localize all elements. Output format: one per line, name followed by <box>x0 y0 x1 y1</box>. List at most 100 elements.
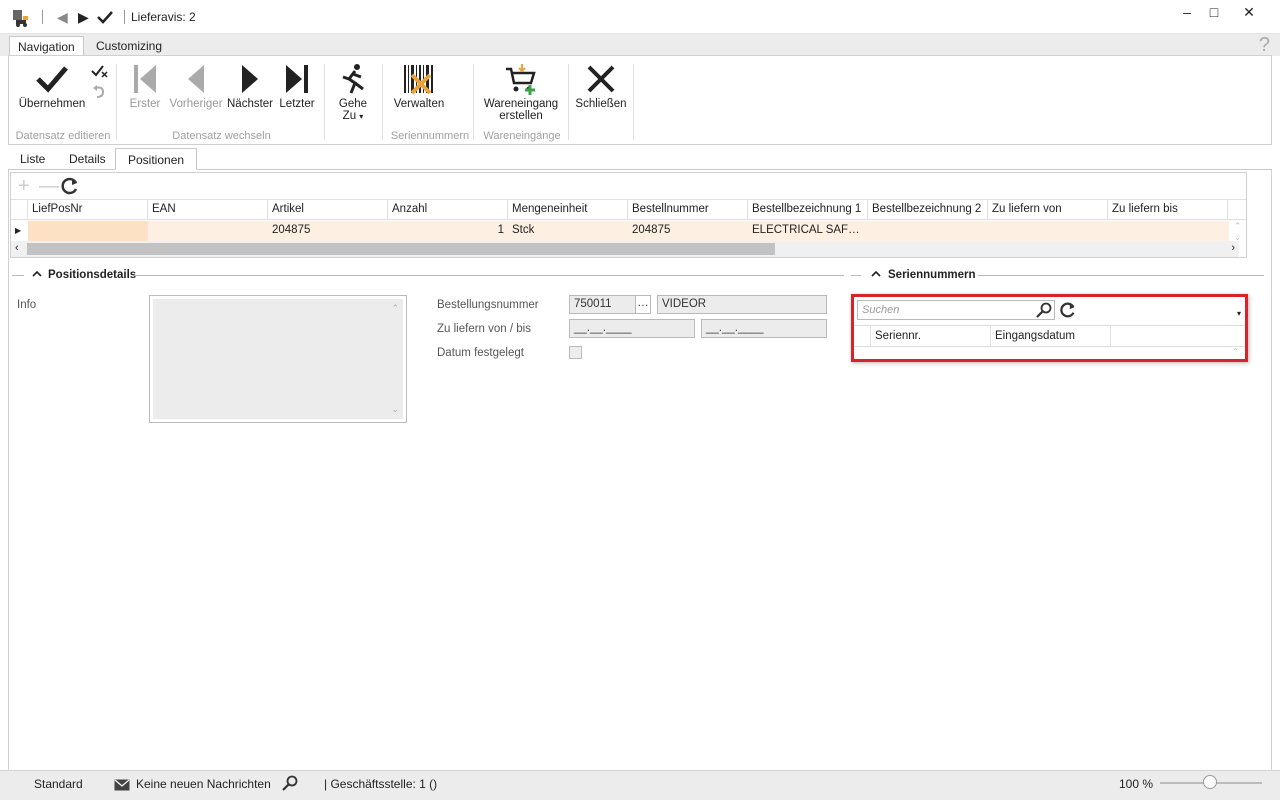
col-ean[interactable]: EAN <box>148 200 268 220</box>
tab-navigation[interactable]: Navigation <box>9 36 84 57</box>
vorheriger-button[interactable]: Vorheriger <box>168 60 224 110</box>
first-icon <box>134 65 156 93</box>
messages-status[interactable]: Keine neuen Nachrichten <box>136 777 271 791</box>
separator <box>473 64 474 140</box>
cell-mengeneinheit[interactable]: Stck <box>508 221 628 241</box>
collapse-icon[interactable] <box>871 270 881 278</box>
vertical-scrollbar[interactable]: ⌃ ⌄ <box>1229 221 1246 242</box>
uebernehmen-button[interactable]: Übernehmen <box>15 60 89 110</box>
search-icon[interactable] <box>1036 302 1052 318</box>
datum-festgelegt-checkbox[interactable] <box>569 346 582 359</box>
scroll-left-icon[interactable]: ‹ <box>15 242 19 254</box>
separator <box>324 64 325 140</box>
dropdown-arrow-icon[interactable]: ▾ <box>1237 309 1241 318</box>
separator <box>382 64 383 140</box>
col-zu-liefern-bis[interactable]: Zu liefern bis <box>1108 200 1228 220</box>
serial-search-input[interactable]: Suchen <box>857 300 1055 320</box>
lookup-button[interactable]: … <box>635 295 651 314</box>
divider <box>851 275 861 276</box>
back-icon[interactable]: ◀ <box>57 9 68 25</box>
cart-icon <box>506 64 536 95</box>
horizontal-scrollbar[interactable]: ‹ › <box>11 241 1239 257</box>
cell-zu-liefern-bis[interactable] <box>1108 221 1228 241</box>
profile-status[interactable]: Standard <box>34 777 83 791</box>
cell-bestellbezeichnung-1[interactable]: ELECTRICAL SAFETY... <box>748 221 868 241</box>
info-label: Info <box>17 299 37 311</box>
add-icon[interactable]: + <box>18 175 30 197</box>
col-liefposnr[interactable]: LiefPosNr <box>28 200 148 220</box>
cell-liefposnr[interactable] <box>28 221 148 241</box>
check-icon <box>36 66 68 93</box>
cell-bestellbezeichnung-2[interactable] <box>868 221 988 241</box>
help-icon[interactable]: ? <box>1259 34 1270 57</box>
naechster-button[interactable]: Nächster <box>227 60 273 110</box>
dropdown-arrow-icon: ▾ <box>359 112 364 121</box>
check-all-icon[interactable] <box>91 64 109 78</box>
schliessen-button[interactable]: Schließen <box>575 60 627 110</box>
app-icon[interactable] <box>10 8 30 28</box>
barcode-icon <box>404 65 433 95</box>
collapse-icon[interactable] <box>32 270 42 278</box>
zu-label: Zu <box>342 110 357 122</box>
refresh-icon[interactable] <box>1059 301 1077 319</box>
row-indicator-header <box>854 326 871 347</box>
positions-grid: + — LiefPosNr EAN Artikel Anzahl Mengene… <box>10 172 1247 258</box>
forward-icon[interactable]: ▶ <box>78 9 89 25</box>
close-window-button[interactable]: ✕ <box>1234 3 1264 21</box>
col-bestellnummer[interactable]: Bestellnummer <box>628 200 748 220</box>
cell-anzahl[interactable]: 1 <box>388 221 508 241</box>
maximize-button[interactable]: □ <box>1199 3 1229 21</box>
cell-ean[interactable] <box>148 221 268 241</box>
undo-icon[interactable] <box>91 84 107 100</box>
separator <box>42 10 43 24</box>
tab-customizing[interactable]: Customizing <box>88 36 170 57</box>
scroll-icon[interactable]: ⌃ <box>1232 347 1239 356</box>
minimize-button[interactable]: – <box>1172 3 1202 21</box>
erster-button[interactable]: Erster <box>125 60 165 110</box>
col-anzahl[interactable]: Anzahl <box>388 200 508 220</box>
status-bar: Standard Keine neuen Nachrichten | Gesch… <box>0 770 1280 800</box>
mail-icon[interactable] <box>114 779 130 791</box>
letzter-button[interactable]: Letzter <box>277 60 317 110</box>
col-eingangsdatum[interactable]: Eingangsdatum <box>991 326 1111 347</box>
cell-zu-liefern-von[interactable] <box>988 221 1108 241</box>
remove-icon[interactable]: — <box>39 175 59 197</box>
cell-bestellnummer[interactable]: 204875 <box>628 221 748 241</box>
separator <box>116 64 117 140</box>
date-to-field[interactable]: __.__.____ <box>701 319 827 338</box>
refresh-icon[interactable] <box>60 176 80 196</box>
bestellungsnummer-field[interactable]: 750011 <box>569 295 636 314</box>
check-icon[interactable] <box>97 10 113 24</box>
group-label-seriennummern: Seriennummern <box>390 130 470 142</box>
verwalten-button[interactable]: Verwalten <box>391 60 447 110</box>
scrollbar-thumb[interactable] <box>27 243 775 255</box>
col-mengeneinheit[interactable]: Mengeneinheit <box>508 200 628 220</box>
next-icon <box>242 65 258 93</box>
col-zu-liefern-von[interactable]: Zu liefern von <box>988 200 1108 220</box>
zoom-slider-thumb[interactable] <box>1203 775 1217 789</box>
date-from-field[interactable]: __.__.____ <box>569 319 695 338</box>
gehe-zu-button[interactable]: Gehe Zu ▾ <box>331 60 375 122</box>
separator <box>124 10 125 24</box>
group-label-datensatz-editieren: Datensatz editieren <box>15 130 111 142</box>
col-bestellbezeichnung-2[interactable]: Bestellbezeichnung 2 <box>868 200 988 220</box>
col-artikel[interactable]: Artikel <box>268 200 388 220</box>
wareneingang-erstellen-button[interactable]: Wareneingang erstellen <box>479 60 563 122</box>
search-icon[interactable] <box>282 775 298 791</box>
branch-status: | Geschäftsstelle: 1 () <box>324 777 438 791</box>
tab-details[interactable]: Details <box>57 148 118 170</box>
cell-artikel[interactable]: 204875 <box>268 221 388 241</box>
lieferant-field[interactable]: VIDEOR <box>657 295 827 314</box>
col-bestellbezeichnung-1[interactable]: Bestellbezeichnung 1 <box>748 200 868 220</box>
col-seriennr[interactable]: Seriennr. <box>871 326 991 347</box>
tab-positionen[interactable]: Positionen <box>115 148 198 170</box>
info-textarea[interactable]: ⌃ ⌄ <box>149 295 407 423</box>
ribbon-tabs: Navigation Customizing ? <box>0 34 1280 57</box>
close-icon <box>587 65 615 93</box>
tab-liste[interactable]: Liste <box>8 148 57 170</box>
scroll-right-icon[interactable]: › <box>1231 242 1235 254</box>
section-title-positionsdetails: Positionsdetails <box>48 269 137 281</box>
scroll-down-icon[interactable]: ⌄ <box>391 404 399 415</box>
table-row[interactable]: ▶ 204875 1 Stck 204875 ELECTRICAL SAFETY… <box>11 221 1246 241</box>
scroll-up-icon[interactable]: ⌃ <box>391 303 399 314</box>
